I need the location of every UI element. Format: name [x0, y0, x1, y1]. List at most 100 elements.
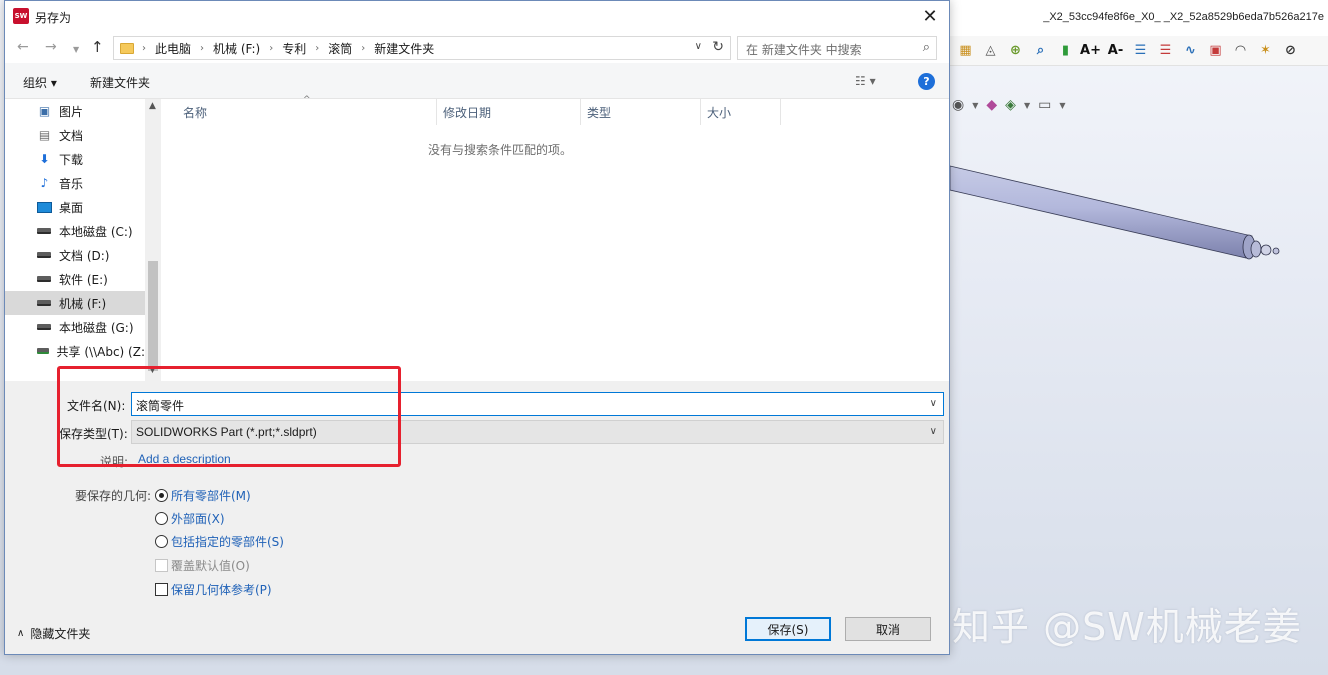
network-drive-icon	[37, 348, 49, 354]
solidworks-app-icon: SW	[13, 8, 29, 24]
radio-icon[interactable]	[155, 512, 168, 525]
specified-components-radio[interactable]: 包括指定的零部件(S)	[155, 533, 284, 550]
chevron-down-icon[interactable]: ∨	[930, 426, 937, 437]
chevron-down-icon[interactable]: ▼	[1024, 101, 1030, 110]
breadcrumb-patent[interactable]: 专利	[282, 40, 306, 57]
nav-item-label: 音乐	[59, 176, 84, 191]
search-box[interactable]: 在 新建文件夹 中搜索 ⌕	[737, 36, 937, 60]
drive-icon	[37, 228, 51, 234]
search-input[interactable]: 在 新建文件夹 中搜索	[746, 41, 862, 58]
column-header-type[interactable]: 类型	[581, 99, 701, 125]
nav-item-drive-c[interactable]: 本地磁盘 (C:)	[5, 219, 145, 243]
exterior-faces-radio[interactable]: 外部面(X)	[155, 510, 225, 527]
column-header-label: 大小	[707, 105, 732, 120]
scene-icon[interactable]: ◈	[1005, 97, 1016, 113]
nav-item-documents[interactable]: ▤ 文档	[5, 123, 145, 147]
font-increase-icon[interactable]: A+	[1080, 41, 1101, 60]
app-toolbar: ▦ ◬ ⊕ ⌕ ▮ A+ A- ☰ ☰ ∿ ▣ ◠ ✶ ⊘	[950, 36, 1328, 66]
checkbox-icon[interactable]	[155, 583, 168, 596]
up-arrow-icon[interactable]: ↑	[91, 38, 104, 56]
measure-icon[interactable]: ◬	[981, 41, 1000, 60]
nav-item-drive-d[interactable]: 文档 (D:)	[5, 243, 145, 267]
back-arrow-icon[interactable]: ←	[17, 39, 29, 55]
empty-message: 没有与搜索条件匹配的项。	[427, 143, 572, 157]
nav-scroll-thumb[interactable]	[148, 261, 158, 371]
nav-item-label: 文档	[59, 128, 84, 143]
nav-item-drive-e[interactable]: 软件 (E:)	[5, 267, 145, 291]
column-header-size[interactable]: 大小	[701, 99, 781, 125]
nav-item-pictures[interactable]: ▣ 图片	[5, 99, 145, 123]
chevron-right-icon[interactable]: ›	[269, 43, 273, 54]
appearance-icon[interactable]: ◆	[986, 97, 997, 113]
keep-geometry-reference-checkbox[interactable]: 保留几何体参考(P)	[155, 581, 272, 598]
chevron-right-icon: ›	[142, 42, 146, 54]
chevron-down-icon[interactable]: ▼	[972, 101, 978, 110]
forward-arrow-icon[interactable]: →	[45, 39, 57, 55]
bar-chart-icon[interactable]: ▮	[1056, 41, 1075, 60]
assembly-icon[interactable]: ▦	[956, 41, 975, 60]
save-button[interactable]: 保存(S)	[745, 617, 831, 641]
file-list[interactable]: 名称 ^ 修改日期 类型 大小 没有与搜索条件匹配的项。	[161, 95, 949, 381]
option-label: 保留几何体参考(P)	[171, 583, 272, 597]
refresh-icon[interactable]: ↻	[712, 39, 724, 55]
align-left-icon[interactable]: ☰	[1131, 41, 1150, 60]
option-label: 所有零部件(M)	[171, 489, 251, 503]
view-options-icon[interactable]: ☷ ▾	[855, 74, 876, 88]
nav-item-downloads[interactable]: ⬇ 下载	[5, 147, 145, 171]
breadcrumb-this-pc[interactable]: 此电脑	[155, 40, 191, 57]
breadcrumb-drive-f[interactable]: 机械 (F:)	[213, 40, 260, 57]
address-row: ← → ▼ ↑ › 此电脑 › 机械 (F:) › 专利 › 滚筒 › 新建文件…	[5, 33, 949, 63]
watermark: 知乎 @SW机械老姜	[952, 605, 1302, 649]
nav-item-drive-z[interactable]: 共享 (\\Abc) (Z:	[5, 339, 145, 363]
nav-scrollbar[interactable]: ▲ ▼	[145, 99, 161, 381]
chevron-right-icon[interactable]: ›	[200, 43, 204, 54]
drive-icon	[37, 252, 51, 258]
cancel-button[interactable]: 取消	[845, 617, 931, 641]
column-header-label: 修改日期	[443, 105, 492, 120]
scroll-up-icon[interactable]: ▲	[149, 101, 156, 111]
chevron-right-icon[interactable]: ›	[315, 43, 319, 54]
curve-icon[interactable]: ∿	[1181, 41, 1200, 60]
radio-checked-icon[interactable]	[155, 489, 168, 502]
recent-locations-chevron-icon[interactable]: ▼	[73, 45, 79, 54]
font-decrease-icon[interactable]: A-	[1106, 41, 1125, 60]
gauge-icon[interactable]: ◠	[1231, 41, 1250, 60]
roller-model[interactable]	[940, 150, 1300, 280]
nav-item-drive-f[interactable]: 机械 (F:)	[5, 291, 145, 315]
column-header-name[interactable]: 名称 ^	[161, 95, 437, 125]
help-icon[interactable]: ?	[918, 73, 935, 90]
breadcrumb-new-folder[interactable]: 新建文件夹	[374, 40, 434, 57]
hide-folders-button[interactable]: ∧ 隐藏文件夹	[17, 625, 90, 642]
view-orientation-icon[interactable]: ◉	[952, 97, 964, 113]
search-icon[interactable]: ⌕	[923, 40, 930, 55]
geometry-options-label: 要保存的几何:	[75, 489, 152, 503]
display-settings-icon[interactable]: ▭	[1038, 97, 1051, 113]
record-icon[interactable]: ▣	[1206, 41, 1225, 60]
navigation-pane: ▣ 图片 ▤ 文档 ⬇ 下载 ♪ 音乐 桌面 本地磁盘 (C:) 文档 (D:) 软件 …	[5, 99, 161, 381]
chevron-down-icon[interactable]: ∨	[695, 41, 702, 52]
nav-item-drive-g[interactable]: 本地磁盘 (G:)	[5, 315, 145, 339]
star-icon[interactable]: ✶	[1256, 41, 1275, 60]
zoom-fit-icon[interactable]: ⊕	[1006, 41, 1025, 60]
chevron-down-icon[interactable]: ∨	[930, 398, 937, 409]
new-folder-button[interactable]: 新建文件夹	[90, 74, 150, 91]
chevron-down-icon[interactable]: ▼	[1059, 101, 1065, 110]
app-title: _X2_53cc94fe8f6e_X0_ _X2_52a8529b6eda7b5…	[1043, 11, 1324, 23]
breadcrumb-roller[interactable]: 滚筒	[328, 40, 352, 57]
nav-item-desktop[interactable]: 桌面	[5, 195, 145, 219]
align-center-icon[interactable]: ☰	[1156, 41, 1175, 60]
close-button[interactable]: ✕	[913, 1, 947, 31]
nav-item-label: 本地磁盘 (C:)	[59, 224, 133, 239]
dialog-title: 另存为	[35, 11, 72, 25]
red-highlight-annotation	[57, 366, 401, 467]
sort-ascending-icon: ^	[303, 95, 311, 105]
zoom-icon[interactable]: ⌕	[1031, 41, 1050, 60]
nav-item-music[interactable]: ♪ 音乐	[5, 171, 145, 195]
column-header-date[interactable]: 修改日期	[437, 99, 581, 125]
all-components-radio[interactable]: 所有零部件(M)	[155, 487, 251, 504]
organize-button[interactable]: 组织 ▾	[23, 74, 57, 91]
chevron-right-icon[interactable]: ›	[361, 43, 365, 54]
radio-icon[interactable]	[155, 535, 168, 548]
hide-icon[interactable]: ⊘	[1281, 41, 1300, 60]
address-bar[interactable]: › 此电脑 › 机械 (F:) › 专利 › 滚筒 › 新建文件夹 ∨ ↻	[113, 36, 731, 60]
